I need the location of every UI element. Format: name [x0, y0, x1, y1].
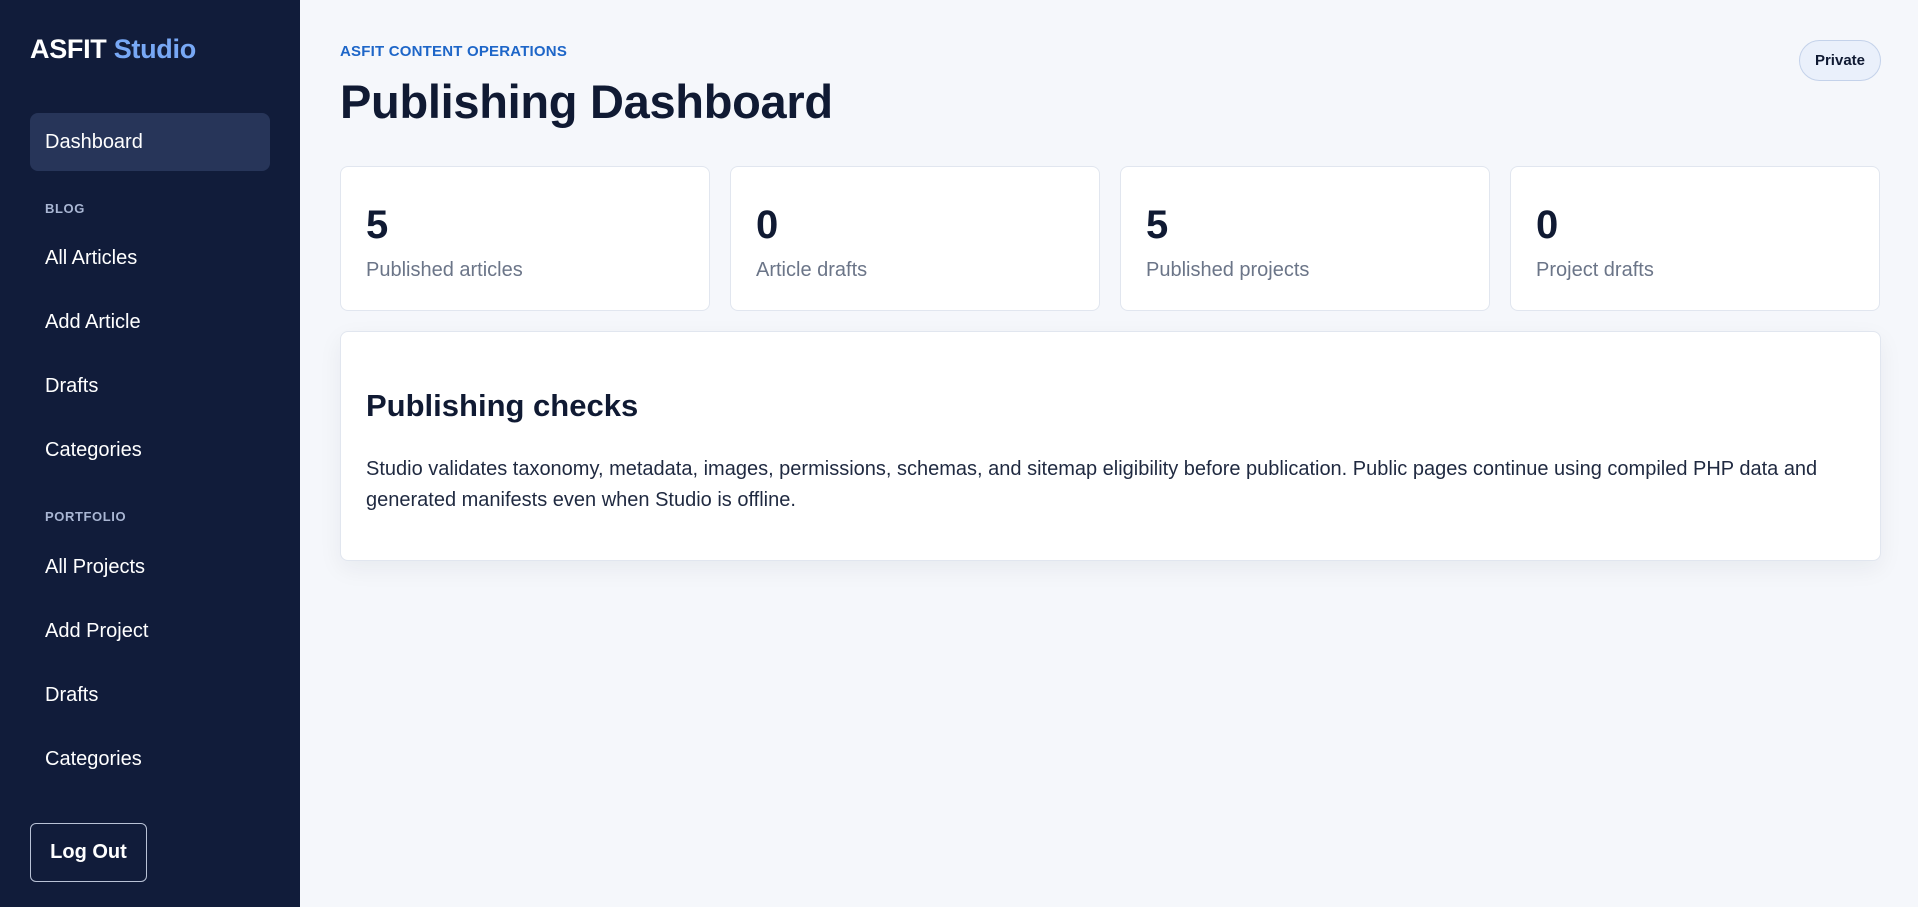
sidebar-item-label: Add Project: [45, 619, 149, 642]
sidebar-item-label: Drafts: [45, 683, 99, 706]
brand-name: ASFIT: [30, 34, 107, 64]
stat-label: Project drafts: [1536, 259, 1654, 281]
sidebar-item-project-categories[interactable]: Categories: [30, 730, 270, 788]
sidebar-item-all-articles[interactable]: All Articles: [30, 229, 270, 287]
sidebar-item-dashboard[interactable]: Dashboard: [30, 113, 270, 171]
stat-value: 5: [366, 203, 389, 247]
sidebar-item-article-categories[interactable]: Categories: [30, 421, 270, 479]
stat-card-published-projects: 5 Published projects: [1120, 166, 1490, 311]
stat-label: Published articles: [366, 259, 523, 281]
stat-card-published-articles: 5 Published articles: [340, 166, 710, 311]
sidebar-item-add-project[interactable]: Add Project: [30, 602, 270, 660]
sidebar-item-label: Drafts: [45, 374, 99, 397]
stat-label: Article drafts: [756, 259, 868, 281]
sidebar-item-label: Dashboard: [45, 130, 143, 153]
stat-label: Published projects: [1146, 259, 1310, 281]
sidebar-section-portfolio: PORTFOLIO: [45, 509, 127, 524]
stat-card-project-drafts: 0 Project drafts: [1510, 166, 1880, 311]
publishing-checks-card: Publishing checks Studio validates taxon…: [340, 331, 1881, 561]
stat-value: 0: [756, 203, 779, 247]
page-eyebrow: ASFIT CONTENT OPERATIONS: [340, 43, 568, 60]
brand-accent: Studio: [113, 34, 196, 64]
brand-logo[interactable]: ASFIT Studio: [30, 34, 196, 65]
stat-card-article-drafts: 0 Article drafts: [730, 166, 1100, 311]
sidebar: ASFIT Studio Dashboard BLOG All Articles…: [0, 0, 300, 907]
logout-button[interactable]: Log Out: [30, 823, 147, 882]
sidebar-item-label: All Projects: [45, 555, 146, 578]
sidebar-section-blog: BLOG: [45, 201, 85, 216]
page-title: Publishing Dashboard: [340, 75, 833, 128]
stat-value: 5: [1146, 203, 1169, 247]
sidebar-item-all-projects[interactable]: All Projects: [30, 538, 270, 596]
sidebar-item-label: Categories: [45, 438, 142, 461]
status-badge: Private: [1799, 40, 1881, 81]
sidebar-item-label: All Articles: [45, 246, 138, 269]
sidebar-item-label: Categories: [45, 747, 142, 770]
sidebar-item-label: Add Article: [45, 310, 141, 333]
sidebar-item-article-drafts[interactable]: Drafts: [30, 357, 270, 415]
publishing-checks-description: Studio validates taxonomy, metadata, ima…: [366, 458, 1818, 511]
sidebar-item-add-article[interactable]: Add Article: [30, 293, 270, 351]
publishing-checks-title: Publishing checks: [366, 388, 639, 423]
sidebar-item-project-drafts[interactable]: Drafts: [30, 666, 270, 724]
stat-value: 0: [1536, 203, 1559, 247]
